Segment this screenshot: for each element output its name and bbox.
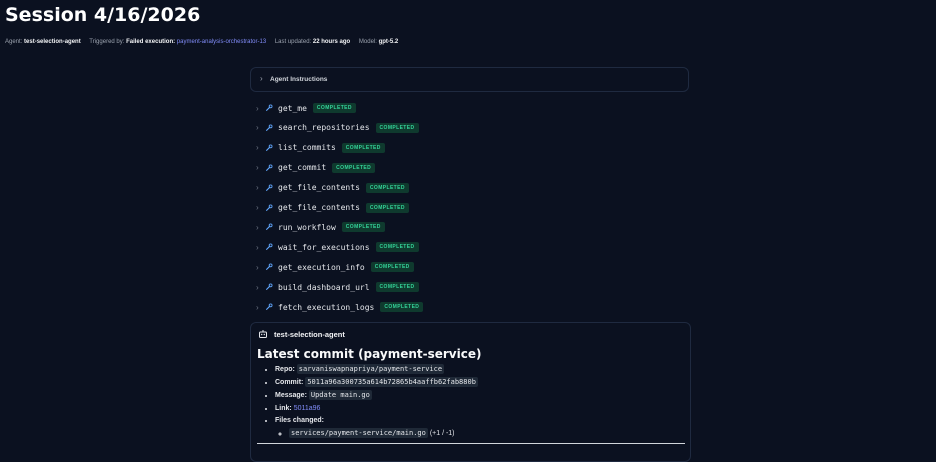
tool-call-row[interactable]: › build_dashboard_url COMPLETED bbox=[256, 281, 419, 293]
divider bbox=[257, 443, 685, 444]
tool-name: wait_for_executions bbox=[278, 242, 370, 252]
tool-name: get_file_contents bbox=[278, 183, 360, 193]
chevron-right-icon: › bbox=[256, 203, 259, 212]
message-value: Update main.go bbox=[308, 390, 372, 401]
wrench-icon bbox=[266, 124, 273, 131]
wrench-icon bbox=[266, 223, 273, 231]
tool-call-row[interactable]: › get_execution_info COMPLETED bbox=[256, 261, 414, 273]
wrench-icon bbox=[266, 263, 273, 271]
status-badge: COMPLETED bbox=[380, 302, 424, 312]
tool-name: list_commits bbox=[278, 143, 336, 153]
status-badge: COMPLETED bbox=[312, 103, 356, 113]
file-diff: (+1 / -1) bbox=[429, 430, 455, 438]
wrench-icon bbox=[266, 243, 273, 251]
chevron-right-icon: › bbox=[256, 282, 259, 292]
repo-item: Repo: sarvaniswapnapriya/payment-service bbox=[275, 363, 478, 376]
status-badge: COMPLETED bbox=[375, 122, 419, 133]
agent-instructions-label: Agent Instructions bbox=[270, 76, 328, 83]
tool-call-row[interactable]: › get_file_contents COMPLETED bbox=[256, 202, 409, 214]
page-title: Session 4/16/2026 bbox=[5, 4, 201, 26]
commit-label: Commit: bbox=[275, 379, 304, 387]
tool-name: get_commit bbox=[278, 163, 327, 173]
file-path: services/payment-service/main.go bbox=[289, 428, 428, 439]
status-badge: COMPLETED bbox=[375, 282, 419, 293]
chevron-right-icon: › bbox=[256, 163, 259, 173]
tool-name: get_file_contents bbox=[278, 203, 360, 212]
message-heading: Latest commit (payment-service) bbox=[257, 347, 482, 361]
session-meta: Agent: test-selection-agent Triggered by… bbox=[5, 39, 398, 45]
tool-name: run_workflow bbox=[278, 222, 336, 232]
link-item: Link: 5011a96 bbox=[275, 403, 478, 415]
chevron-right-icon: › bbox=[256, 242, 259, 252]
triggered-label: Triggered by: bbox=[89, 39, 125, 45]
repo-value: sarvaniswapnapriya/payment-service bbox=[296, 364, 445, 374]
agent-header: test-selection-agent bbox=[258, 329, 345, 339]
wrench-icon bbox=[266, 184, 273, 191]
wrench-icon bbox=[266, 164, 273, 171]
status-badge: COMPLETED bbox=[365, 182, 409, 193]
tool-call-row[interactable]: › run_workflow COMPLETED bbox=[256, 221, 385, 233]
tool-name: get_execution_info bbox=[278, 262, 365, 272]
tool-name: fetch_execution_logs bbox=[278, 302, 375, 312]
tool-name: get_me bbox=[278, 103, 307, 113]
status-badge: COMPLETED bbox=[341, 222, 385, 233]
chevron-right-icon: › bbox=[260, 74, 263, 83]
model-label: Model: bbox=[358, 39, 377, 45]
commit-details-list: Repo: sarvaniswapnapriya/payment-service… bbox=[265, 363, 478, 440]
commit-item: Commit: 5011a96a300735a614b72865b4aaffb6… bbox=[275, 376, 478, 389]
wrench-icon bbox=[266, 204, 273, 211]
status-badge: COMPLETED bbox=[365, 202, 409, 213]
message-label: Message: bbox=[275, 392, 307, 400]
files-label: Files changed: bbox=[275, 416, 325, 424]
commit-link[interactable]: 5011a96 bbox=[294, 405, 321, 412]
execution-link[interactable]: payment-analysis-orchestrator-13 bbox=[177, 39, 266, 45]
chevron-right-icon: › bbox=[256, 183, 259, 193]
agent-instructions-toggle[interactable]: › Agent Instructions bbox=[250, 67, 689, 92]
tool-name: build_dashboard_url bbox=[278, 282, 370, 292]
status-badge: COMPLETED bbox=[332, 162, 376, 173]
file-item: services/payment-service/main.go (+1 / -… bbox=[289, 427, 478, 440]
model-value: gpt-5.2 bbox=[378, 39, 399, 45]
tool-call-row[interactable]: › get_me COMPLETED bbox=[256, 102, 356, 114]
wrench-icon bbox=[266, 283, 273, 291]
agent-label: Agent: bbox=[5, 39, 23, 45]
tool-call-row[interactable]: › search_repositories COMPLETED bbox=[256, 122, 419, 134]
tool-call-row[interactable]: › get_commit COMPLETED bbox=[256, 162, 376, 174]
robot-icon bbox=[259, 330, 267, 338]
updated-value: 22 hours ago bbox=[312, 39, 351, 45]
link-label: Link: bbox=[275, 404, 292, 412]
tool-call-row[interactable]: › list_commits COMPLETED bbox=[256, 142, 385, 154]
chevron-right-icon: › bbox=[256, 123, 259, 133]
agent-message-card: test-selection-agent Latest commit (paym… bbox=[250, 322, 691, 462]
status-badge: COMPLETED bbox=[370, 262, 414, 273]
status-badge: COMPLETED bbox=[375, 242, 419, 253]
updated-label: Last updated: bbox=[274, 39, 312, 45]
chevron-right-icon: › bbox=[256, 262, 259, 272]
wrench-icon bbox=[266, 104, 273, 111]
triggered-value: Failed execution: bbox=[126, 39, 176, 45]
chevron-right-icon: › bbox=[256, 143, 259, 153]
agent-value: test-selection-agent bbox=[24, 39, 81, 45]
chevron-right-icon: › bbox=[256, 302, 259, 312]
wrench-icon bbox=[266, 144, 273, 151]
files-list: services/payment-service/main.go (+1 / -… bbox=[275, 427, 478, 440]
agent-name: test-selection-agent bbox=[274, 329, 345, 339]
tool-call-row[interactable]: › get_file_contents COMPLETED bbox=[256, 182, 409, 194]
tool-call-row[interactable]: › fetch_execution_logs COMPLETED bbox=[256, 301, 424, 313]
files-item: Files changed: services/payment-service/… bbox=[275, 415, 478, 440]
repo-label: Repo: bbox=[275, 366, 295, 373]
tool-call-row[interactable]: › wait_for_executions COMPLETED bbox=[256, 241, 419, 253]
status-badge: COMPLETED bbox=[341, 142, 385, 153]
tool-name: search_repositories bbox=[278, 123, 370, 133]
commit-value: 5011a96a300735a614b72865b4aaffb62fab880b bbox=[305, 377, 478, 388]
chevron-right-icon: › bbox=[256, 103, 259, 113]
chevron-right-icon: › bbox=[256, 222, 259, 232]
wrench-icon bbox=[266, 303, 273, 310]
message-item: Message: Update main.go bbox=[275, 389, 478, 402]
